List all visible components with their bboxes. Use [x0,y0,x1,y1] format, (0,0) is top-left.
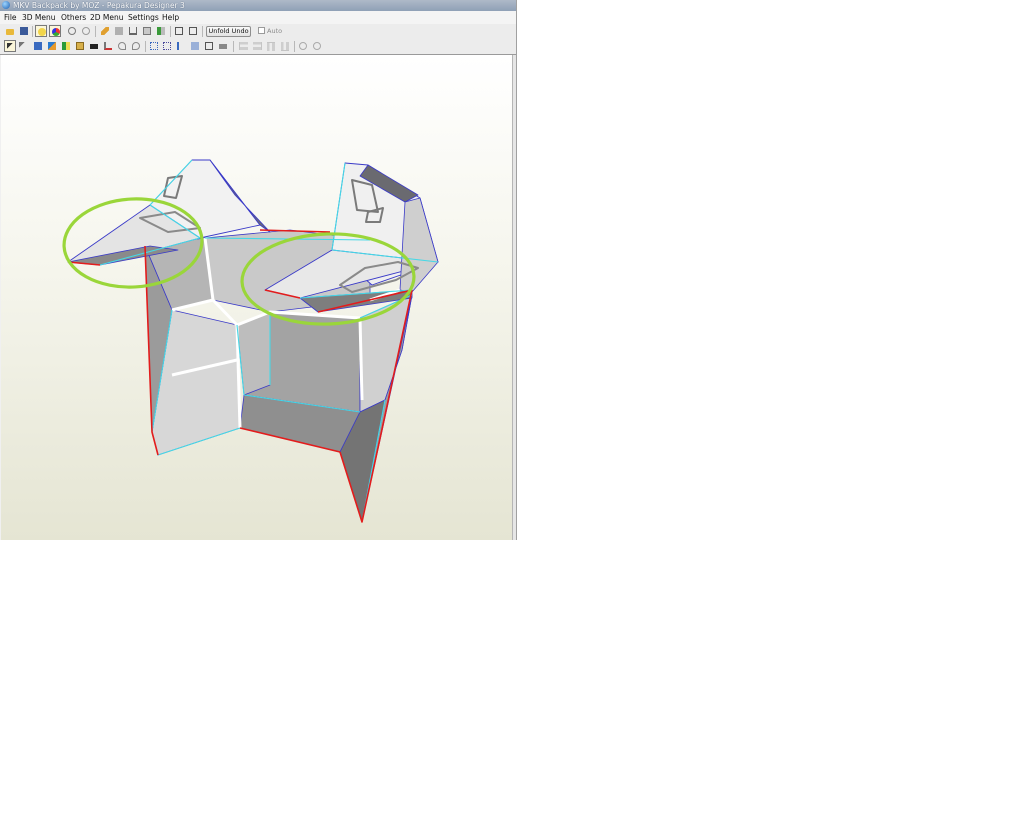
flap-button[interactable] [141,25,153,37]
toolbar-separator [32,26,33,37]
rotate-left-button[interactable] [66,25,78,37]
edit-toolbar [0,39,516,55]
toolbar-separator [294,41,295,52]
rotate-right-button[interactable] [80,25,92,37]
menu-2d-menu[interactable]: 2D Menu [90,11,124,24]
scale-tool-button[interactable] [32,40,44,52]
redo-tool-button[interactable] [130,40,142,52]
text-tool-button[interactable] [88,40,100,52]
align-top-icon [267,42,275,51]
print-button[interactable] [217,40,229,52]
toolbar-separator [145,41,146,52]
rotate-ccw-icon [299,42,307,50]
paint-icon [48,42,56,50]
scale-icon [34,42,42,50]
glue-icon [62,42,70,50]
rotate-part-right-button[interactable] [311,40,323,52]
folder-open-icon [6,29,14,35]
menu-settings[interactable]: Settings [128,11,159,24]
align-top-button[interactable] [265,40,277,52]
fold-tool-button[interactable] [74,40,86,52]
select-tool-button[interactable] [4,40,16,52]
edit-edge-button[interactable] [99,25,111,37]
rotate-part-left-button[interactable] [297,40,309,52]
flap-icon [143,27,151,35]
unfold-undo-button[interactable]: Unfold Undo [206,26,251,37]
auto-checkbox-label: Auto [267,27,283,35]
toolbar-separator [95,26,96,37]
move-parts-button[interactable] [155,25,167,37]
zoom-window-icon [163,42,171,50]
auto-checkbox[interactable] [258,27,265,34]
backpack-3d-model [62,159,439,523]
floppy-icon [20,27,28,35]
zoom-fit-icon [150,42,158,50]
arrange-icon [177,42,185,50]
menu-3d-menu[interactable]: 3D Menu [22,11,56,24]
lightbulb-icon [38,28,46,36]
view-split-button[interactable] [187,25,199,37]
anchor-button[interactable] [127,25,139,37]
align-bottom-button[interactable] [279,40,291,52]
toolbar-separator [202,26,203,37]
pepakura-window: MKV Backpack by MOZ - Pepakura Designer … [0,0,517,540]
move-parts-icon [157,27,165,35]
undo-icon [118,42,126,50]
arrow-cursor-icon [7,43,15,51]
light-toggle-button[interactable] [35,25,47,37]
align-bottom-icon [281,42,289,51]
join-parts-button[interactable] [113,25,125,37]
title-bar[interactable]: MKV Backpack by MOZ - Pepakura Designer … [0,0,516,11]
toolbar-separator [170,26,171,37]
rotate-right-icon [82,27,90,35]
split-window-icon [189,27,197,35]
scissors-icon [104,42,112,50]
redo-icon [132,42,140,50]
join-icon [115,27,123,35]
save-button[interactable] [18,25,30,37]
right-shoulder-side-face [399,197,439,293]
page-setup-button[interactable] [189,40,201,52]
window-title: MKV Backpack by MOZ - Pepakura Designer … [13,1,185,10]
align-right-button[interactable] [251,40,263,52]
view-single-button[interactable] [173,25,185,37]
app-icon [2,1,10,9]
edge-cursor-icon [19,42,27,50]
pencil-icon [101,27,109,35]
preview-icon [205,42,213,50]
rotate-icon [68,27,76,35]
menu-help[interactable]: Help [162,11,179,24]
menu-bar: File 3D Menu Others 2D Menu Settings Hel… [0,11,516,25]
open-button[interactable] [4,25,16,37]
align-left-icon [239,42,248,50]
rotate-cw-icon [313,42,321,50]
page-icon [191,42,199,50]
fold-icon [76,42,84,50]
window-icon [175,27,183,35]
3d-viewport[interactable] [1,55,512,540]
texture-toggle-button[interactable] [49,25,61,37]
align-right-icon [253,42,262,50]
undo-tool-button[interactable] [116,40,128,52]
zoom-window-button[interactable] [161,40,173,52]
arrange-button[interactable] [175,40,187,52]
toolbar-separator [233,41,234,52]
printer-icon [219,44,227,49]
menu-others[interactable]: Others [61,11,86,24]
text-box-icon [90,44,98,49]
vertical-scrollbar[interactable] [512,55,516,540]
menu-file[interactable]: File [4,11,17,24]
cut-tool-button[interactable] [102,40,114,52]
print-preview-button[interactable] [203,40,215,52]
glue-tool-button[interactable] [60,40,72,52]
select-edge-tool-button[interactable] [17,40,29,52]
zoom-fit-button[interactable] [148,40,160,52]
align-left-button[interactable] [237,40,249,52]
anchor-icon [129,27,137,35]
paint-tool-button[interactable] [46,40,58,52]
texture-sphere-icon [52,28,60,36]
